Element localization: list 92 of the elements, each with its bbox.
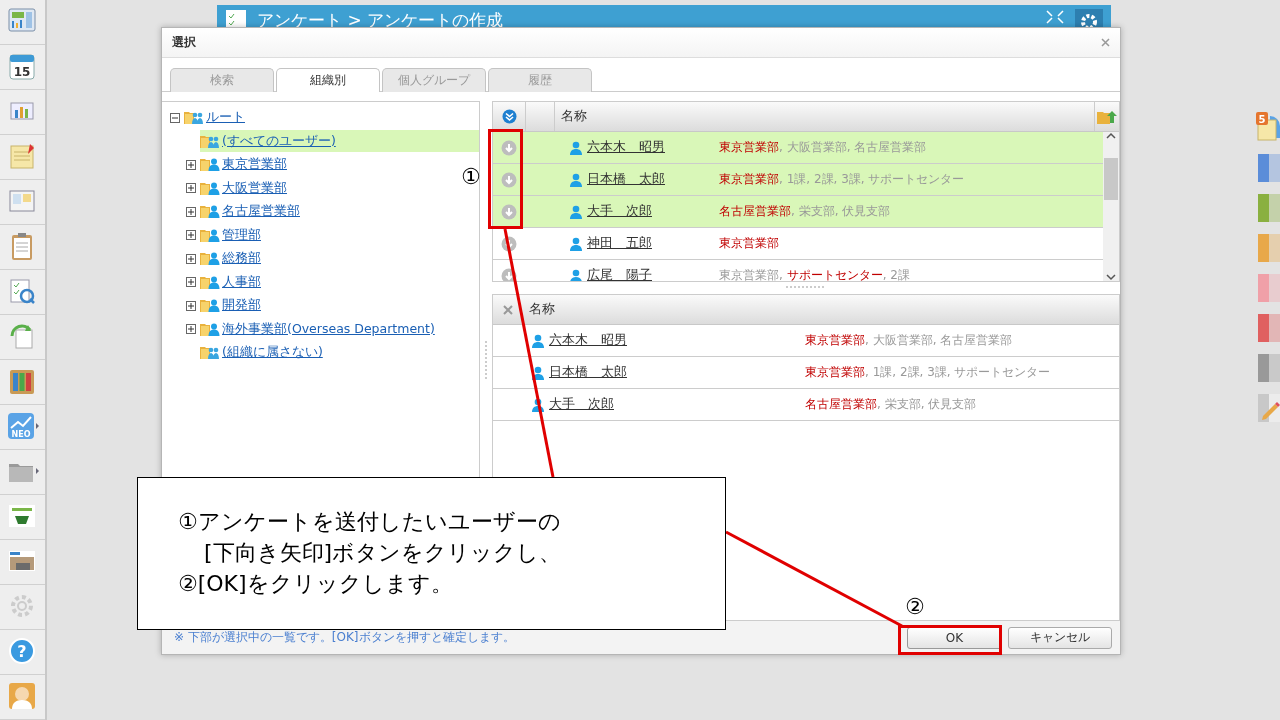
user-name-link[interactable]: 六本木 昭男 (587, 139, 665, 156)
tree-item[interactable]: 人事部 (222, 273, 261, 291)
folder-person-icon (200, 298, 220, 314)
folder-person-icon (200, 251, 220, 267)
person-icon (569, 236, 583, 251)
color-tab[interactable] (1258, 314, 1280, 342)
user-name-link[interactable]: 大手 次郎 (587, 203, 652, 220)
scroll-down-icon[interactable] (1106, 273, 1116, 281)
step-marker: ① (461, 165, 481, 189)
dialog-title: 選択 (172, 34, 196, 51)
user-row[interactable]: 大手 次郎 名古屋営業部, 栄支部, 伏見支部 (493, 196, 1103, 228)
color-tab[interactable] (1258, 154, 1280, 182)
folder-person-icon (200, 204, 220, 220)
color-tab[interactable] (1258, 274, 1280, 302)
person-icon (531, 333, 545, 348)
expand-icon[interactable] (186, 253, 196, 264)
folder-person-icon (200, 227, 220, 243)
folder-group-icon (200, 133, 220, 149)
color-tab[interactable] (1258, 194, 1280, 222)
add-all-icon[interactable] (501, 109, 517, 124)
department-list: 東京営業部, 大阪営業部, 名古屋営業部 (805, 332, 1013, 349)
step-marker: ② (905, 595, 925, 619)
tab[interactable]: 組織別 (276, 68, 380, 92)
person-icon (569, 140, 583, 155)
scroll-up-icon[interactable] (1106, 132, 1116, 140)
user-name-link[interactable]: 大手 次郎 (549, 396, 614, 413)
user-name-link[interactable]: 広尾 陽子 (587, 267, 652, 281)
collapse-icon[interactable] (170, 112, 180, 123)
expand-icon[interactable] (186, 183, 196, 194)
chosen-user-row[interactable]: 六本木 昭男 東京営業部, 大阪営業部, 名古屋営業部 (493, 325, 1119, 357)
folder-group-icon (200, 345, 220, 361)
department-list: 東京営業部 (719, 235, 779, 252)
resize-grip-icon[interactable] (484, 340, 488, 381)
folder-person-icon (200, 274, 220, 290)
close-icon[interactable] (1101, 38, 1110, 47)
down-arrow-button[interactable] (501, 267, 517, 281)
folder-person-icon (200, 321, 220, 337)
hint-text: ※ 下部が選択中の一覧です。[OK]ボタンを押すと確定します。 (174, 629, 515, 646)
user-row[interactable]: 六本木 昭男 東京営業部, 大阪営業部, 名古屋営業部 (493, 132, 1103, 164)
person-icon (569, 204, 583, 219)
column-header: 名称 (528, 301, 556, 318)
expand-icon[interactable] (186, 159, 196, 170)
department-list: 東京営業部, 1課, 2課, 3課, サポートセンター (719, 171, 965, 188)
tree-item[interactable]: (組織に属さない) (222, 344, 323, 362)
expand-icon[interactable] (186, 300, 196, 311)
tree-item[interactable]: 開発部 (222, 297, 261, 315)
user-name-link[interactable]: 六本木 昭男 (549, 332, 627, 349)
user-row[interactable]: 日本橋 太郎 東京営業部, 1課, 2課, 3課, サポートセンター (493, 164, 1103, 196)
selected-row-highlight[interactable]: (すべてのユーザー) (200, 130, 479, 153)
person-icon (531, 365, 545, 380)
department-list: 東京営業部, 1課, 2課, 3課, サポートセンター (805, 364, 1051, 381)
folder-group-icon (184, 110, 204, 126)
person-icon (531, 397, 545, 412)
folder-person-icon (200, 180, 220, 196)
count-badge: 5 (1256, 112, 1268, 125)
callout-text: ①アンケートを送付したいユーザーの (178, 508, 562, 536)
expand-icon[interactable] (186, 206, 196, 217)
person-icon (569, 172, 583, 187)
scrollbar[interactable] (1103, 132, 1119, 281)
color-tab[interactable] (1258, 234, 1280, 262)
expand-icon[interactable] (186, 277, 196, 288)
callout-text: [下向き矢印]ボタンをクリックし、 (203, 539, 563, 567)
chosen-user-row[interactable]: 大手 次郎 名古屋営業部, 栄支部, 伏見支部 (493, 389, 1119, 421)
callout-text: ②[OK]をクリックします。 (178, 570, 454, 598)
tree-item[interactable]: ルート (206, 109, 245, 127)
chosen-user-row[interactable]: 日本橋 太郎 東京営業部, 1課, 2課, 3課, サポートセンター (493, 357, 1119, 389)
department-list: 名古屋営業部, 栄支部, 伏見支部 (719, 203, 891, 220)
department-list: 東京営業部, サポートセンター, 2課 (719, 267, 910, 281)
person-icon (569, 268, 583, 281)
tree-item[interactable]: 総務部 (222, 250, 261, 268)
department-list: 東京営業部, 大阪営業部, 名古屋営業部 (719, 139, 927, 156)
column-header: 名称 (560, 108, 588, 125)
tree-item[interactable]: 東京営業部 (222, 156, 287, 174)
tree-item[interactable]: 海外事業部(Overseas Department) (222, 320, 435, 338)
expand-icon[interactable] (186, 230, 196, 241)
user-name-link[interactable]: 神田 五郎 (587, 235, 652, 252)
color-tab[interactable] (1258, 354, 1280, 382)
tree-item[interactable]: (すべてのユーザー) (222, 132, 336, 150)
tree-item[interactable]: 管理部 (222, 226, 261, 244)
folder-person-icon (200, 157, 220, 173)
remove-all-icon[interactable] (503, 304, 513, 315)
tree-item[interactable]: 名古屋営業部 (222, 203, 300, 221)
user-name-link[interactable]: 日本橋 太郎 (549, 364, 627, 381)
cancel-button[interactable]: キャンセル (1008, 626, 1112, 649)
department-list: 名古屋営業部, 栄支部, 伏見支部 (805, 396, 977, 413)
tree-item[interactable]: 大阪営業部 (222, 179, 287, 197)
pencil-icon[interactable] (1258, 394, 1280, 422)
down-arrow-button[interactable] (501, 235, 517, 252)
folder-up-icon[interactable] (1097, 109, 1117, 124)
expand-icon[interactable] (186, 324, 196, 335)
user-name-link[interactable]: 日本橋 太郎 (587, 171, 665, 188)
resize-grip-icon[interactable] (786, 285, 826, 291)
